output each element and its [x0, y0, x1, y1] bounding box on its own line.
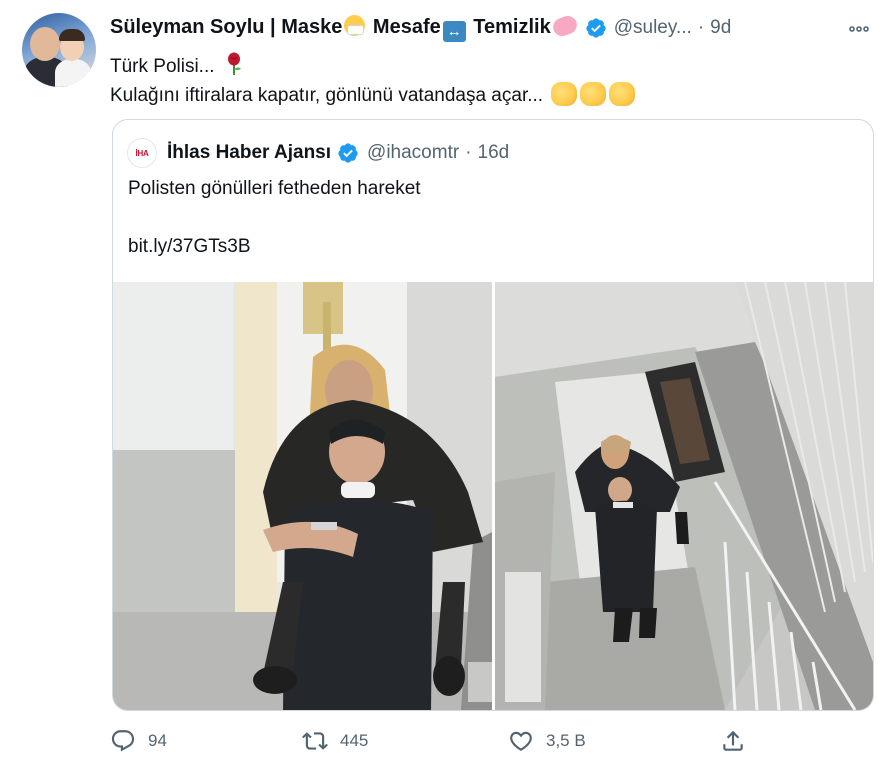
quoted-tweet-link[interactable]: bit.ly/37GTs3B	[128, 236, 251, 258]
retweet-count: 445	[340, 731, 369, 750]
verified-icon	[585, 17, 607, 39]
share-button[interactable]	[720, 725, 746, 757]
clapping-hands-emoji-icon	[580, 82, 607, 106]
tweet-text-2: Kulağını iftiralara kapatır, gönlünü vat…	[110, 85, 544, 106]
tweet-time[interactable]: 9d	[710, 17, 731, 39]
like-icon	[510, 731, 532, 751]
retweet-icon	[302, 732, 328, 750]
quoted-tweet-card[interactable]: İHA İhlas Haber Ajansı @ihacomtr · 16d P…	[112, 119, 874, 711]
tweet[interactable]: Süleyman Soylu | Maske Mesafe ↔ Temizlik …	[0, 0, 895, 773]
quoted-tweet-header: İHA İhlas Haber Ajansı @ihacomtr · 16d	[127, 138, 509, 168]
like-button[interactable]: 3,5 B	[508, 725, 586, 757]
more-button[interactable]	[844, 14, 874, 44]
soap-emoji-icon	[550, 12, 580, 39]
clapping-hands-emoji-icon	[609, 82, 636, 106]
quoted-author-avatar[interactable]: İHA	[127, 138, 157, 168]
author-handle[interactable]: @suley...	[614, 17, 692, 39]
author-name-part-3: Temizlik	[467, 15, 551, 38]
reply-icon	[111, 730, 135, 752]
author-name[interactable]: Süleyman Soylu | Maske Mesafe ↔ Temizlik	[110, 12, 580, 42]
reply-button[interactable]: 94	[110, 725, 167, 757]
verified-icon	[337, 142, 359, 164]
author-avatar[interactable]	[22, 13, 96, 87]
clapping-hands-emoji-icon	[551, 82, 578, 106]
media-photo-left[interactable]	[113, 282, 492, 710]
tweet-text-line-1: Türk Polisi...	[110, 52, 244, 78]
mask-emoji-icon	[344, 14, 366, 36]
rose-emoji-icon	[227, 52, 241, 75]
tweet-actions: 94 445 3,5 B	[110, 725, 870, 757]
reply-count: 94	[148, 731, 167, 750]
quoted-tweet-time[interactable]: 16d	[478, 142, 510, 164]
retweet-button[interactable]: 445	[302, 725, 368, 757]
author-name-part-2: Mesafe	[367, 15, 441, 38]
separator-dot: ·	[697, 17, 705, 38]
quoted-tweet-text: Polisten gönülleri fetheden hareket	[128, 178, 421, 199]
quoted-author-name[interactable]: İhlas Haber Ajansı	[167, 142, 331, 164]
share-icon	[723, 730, 743, 751]
tweet-text-1: Türk Polisi...	[110, 56, 215, 77]
tweet-header: Süleyman Soylu | Maske Mesafe ↔ Temizlik …	[110, 12, 731, 42]
separator-dot: ·	[465, 142, 472, 163]
author-name-part-1: Süleyman Soylu | Maske	[110, 15, 343, 38]
quoted-author-handle[interactable]: @ihacomtr	[367, 142, 459, 164]
media-photo-right[interactable]	[495, 282, 873, 710]
more-icon	[849, 26, 869, 32]
like-count: 3,5 B	[546, 731, 586, 750]
tweet-text-line-2: Kulağını iftiralara kapatır, gönlünü vat…	[110, 82, 636, 107]
left-right-arrow-emoji-icon: ↔	[442, 20, 466, 42]
quoted-avatar-logo: İHA	[135, 148, 149, 158]
